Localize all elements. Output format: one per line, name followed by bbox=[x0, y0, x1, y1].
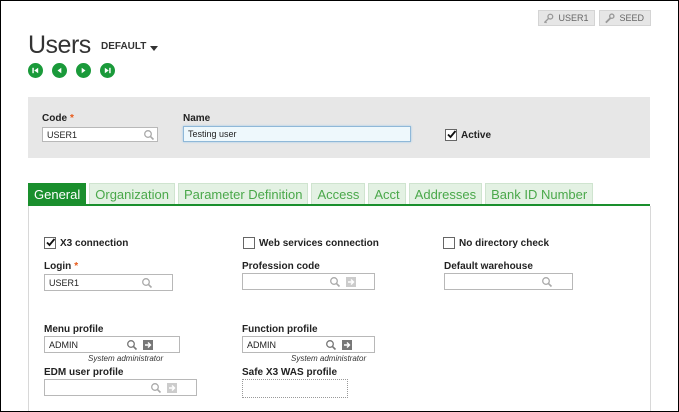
next-icon bbox=[81, 67, 86, 74]
top-buttons: USER1 SEED bbox=[538, 10, 651, 26]
safe-x3-was-profile-label: Safe X3 WAS profile bbox=[242, 367, 338, 378]
caret-down-icon bbox=[150, 45, 159, 51]
variant-label: DEFAULT bbox=[101, 41, 147, 52]
search-icon[interactable] bbox=[329, 276, 341, 288]
key-icon bbox=[544, 13, 554, 23]
code-value: USER1 bbox=[47, 130, 78, 140]
login-label: Login * bbox=[44, 261, 78, 272]
code-label-text: Code bbox=[42, 113, 67, 124]
tab-bar: General Organization Parameter Definitio… bbox=[28, 183, 594, 205]
active-checkbox[interactable]: Active bbox=[445, 129, 491, 141]
checkbox-box bbox=[44, 237, 56, 249]
jump-to-icon[interactable] bbox=[345, 276, 357, 288]
name-value: Testing user bbox=[188, 129, 237, 139]
code-label: Code * bbox=[42, 113, 74, 124]
safe-x3-was-profile-field[interactable] bbox=[242, 379, 348, 398]
code-field[interactable]: USER1 bbox=[42, 127, 158, 142]
next-record-button[interactable] bbox=[76, 63, 91, 78]
tab-access[interactable]: Access bbox=[311, 183, 366, 205]
tab-addresses[interactable]: Addresses bbox=[408, 183, 483, 205]
x3-connection-checkbox[interactable]: X3 connection bbox=[44, 237, 128, 249]
menu-profile-field[interactable]: ADMIN bbox=[44, 336, 180, 353]
previous-record-button[interactable] bbox=[52, 63, 67, 78]
login-value: USER1 bbox=[49, 278, 80, 288]
search-icon[interactable] bbox=[325, 339, 337, 351]
function-profile-description: System administrator bbox=[291, 354, 367, 363]
no-directory-label: No directory check bbox=[459, 237, 550, 249]
tab-general[interactable]: General bbox=[28, 183, 87, 205]
folder-button[interactable]: SEED bbox=[599, 10, 651, 26]
general-panel: X3 connection Web services connection No… bbox=[28, 206, 651, 411]
check-icon bbox=[447, 130, 457, 139]
folder-button-label: SEED bbox=[619, 13, 644, 23]
web-services-checkbox[interactable]: Web services connection bbox=[243, 237, 379, 249]
user-button[interactable]: USER1 bbox=[538, 10, 596, 26]
menu-profile-value: ADMIN bbox=[49, 340, 78, 350]
active-label: Active bbox=[461, 129, 492, 141]
jump-to-icon[interactable] bbox=[166, 382, 178, 394]
first-icon bbox=[32, 67, 39, 74]
header-section: Code * USER1 Name Testing user Active bbox=[28, 97, 650, 158]
search-icon[interactable] bbox=[150, 382, 162, 394]
x3-connection-label: X3 connection bbox=[60, 237, 129, 249]
wrench-icon bbox=[605, 12, 616, 23]
tab-parameter-definition[interactable]: Parameter Definition bbox=[177, 183, 309, 205]
edm-user-profile-field[interactable] bbox=[44, 379, 197, 396]
record-navigation bbox=[28, 63, 115, 78]
checkbox-box bbox=[445, 129, 457, 141]
profession-code-field[interactable] bbox=[242, 273, 375, 290]
page-title: Users bbox=[28, 31, 91, 59]
jump-to-icon[interactable] bbox=[142, 339, 154, 351]
tab-organization[interactable]: Organization bbox=[89, 183, 175, 205]
menu-profile-description: System administrator bbox=[88, 354, 164, 363]
checkbox-box bbox=[243, 237, 255, 249]
last-record-button[interactable] bbox=[100, 63, 115, 78]
login-field[interactable]: USER1 bbox=[44, 274, 173, 291]
variant-selector[interactable]: DEFAULT bbox=[101, 41, 159, 52]
previous-icon bbox=[57, 67, 62, 74]
search-icon[interactable] bbox=[141, 277, 153, 289]
window: USER1 SEED Users DEFAULT Code * USER1 Nam bbox=[0, 0, 679, 412]
search-icon[interactable] bbox=[541, 276, 553, 288]
jump-to-icon[interactable] bbox=[341, 339, 353, 351]
profession-code-label: Profession code bbox=[242, 261, 320, 272]
last-icon bbox=[104, 67, 111, 74]
menu-profile-label: Menu profile bbox=[44, 324, 104, 335]
web-services-label: Web services connection bbox=[259, 237, 379, 249]
tab-bank-id-number[interactable]: Bank ID Number bbox=[485, 183, 594, 205]
function-profile-field[interactable]: ADMIN bbox=[242, 336, 375, 353]
edm-user-profile-label: EDM user profile bbox=[44, 367, 124, 378]
tab-acct[interactable]: Acct bbox=[368, 183, 406, 205]
first-record-button[interactable] bbox=[28, 63, 43, 78]
login-label-text: Login bbox=[44, 261, 72, 272]
default-warehouse-label: Default warehouse bbox=[444, 261, 533, 272]
checkbox-box bbox=[443, 237, 455, 249]
no-directory-checkbox[interactable]: No directory check bbox=[443, 237, 549, 249]
required-icon: * bbox=[74, 261, 79, 272]
check-icon bbox=[46, 238, 56, 247]
name-field[interactable]: Testing user bbox=[183, 126, 411, 142]
required-icon: * bbox=[70, 113, 74, 124]
function-profile-value: ADMIN bbox=[247, 340, 276, 350]
search-icon[interactable] bbox=[126, 339, 138, 351]
user-button-label: USER1 bbox=[558, 13, 589, 23]
default-warehouse-field[interactable] bbox=[444, 273, 573, 290]
search-icon[interactable] bbox=[143, 129, 155, 141]
function-profile-label: Function profile bbox=[242, 324, 318, 335]
name-label: Name bbox=[183, 113, 211, 124]
